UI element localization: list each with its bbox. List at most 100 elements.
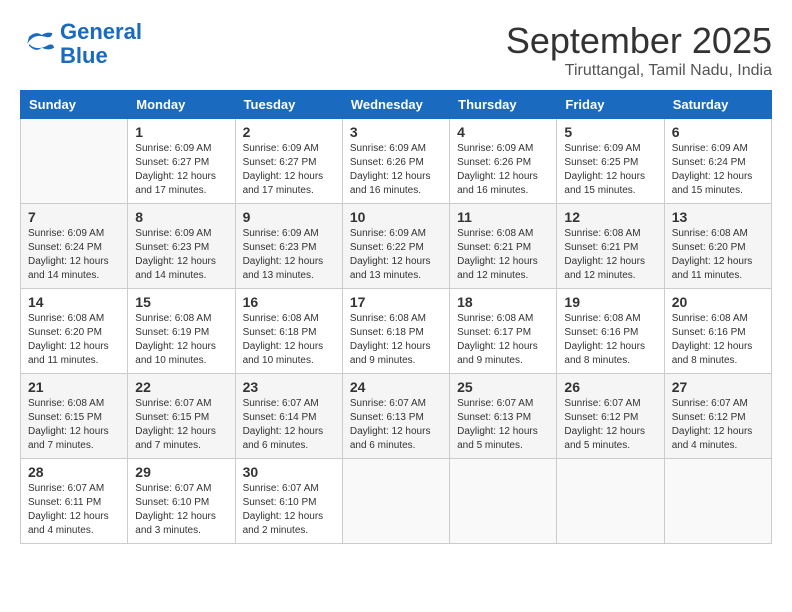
day-info: Sunrise: 6:09 AM Sunset: 6:23 PM Dayligh… (243, 227, 335, 283)
day-number: 7 (28, 209, 120, 225)
calendar-cell: 19Sunrise: 6:08 AM Sunset: 6:16 PM Dayli… (557, 289, 664, 374)
calendar-cell: 14 Sunrise: 6:08 AM Sunset: 6:20 PM Dayli… (21, 289, 128, 374)
day-info: Sunrise: 6:07 AM Sunset: 6:10 PM Dayligh… (135, 482, 227, 538)
day-number: 11 (457, 209, 549, 225)
day-number: 20 (672, 294, 764, 310)
calendar-week-2: 7 Sunrise: 6:09 AM Sunset: 6:24 PM Daylig… (21, 204, 772, 289)
day-number: 26 (564, 379, 656, 395)
calendar-cell: 11Sunrise: 6:08 AM Sunset: 6:21 PM Dayli… (450, 204, 557, 289)
calendar-cell: 10 Sunrise: 6:09 AM Sunset: 6:22 PM Dayli… (342, 204, 449, 289)
calendar-cell: 23 Sunrise: 6:07 AM Sunset: 6:14 PM Dayli… (235, 374, 342, 459)
calendar-week-5: 28 Sunrise: 6:07 AM Sunset: 6:11 PM Dayli… (21, 459, 772, 544)
calendar-week-3: 14 Sunrise: 6:08 AM Sunset: 6:20 PM Dayli… (21, 289, 772, 374)
calendar-cell: 16 Sunrise: 6:08 AM Sunset: 6:18 PM Dayli… (235, 289, 342, 374)
calendar-cell: 5 Sunrise: 6:09 AM Sunset: 6:25 PM Daylig… (557, 119, 664, 204)
day-number: 8 (135, 209, 227, 225)
calendar-cell: 13 Sunrise: 6:08 AM Sunset: 6:20 PM Dayli… (664, 204, 771, 289)
day-number: 13 (672, 209, 764, 225)
calendar-cell: 9 Sunrise: 6:09 AM Sunset: 6:23 PM Daylig… (235, 204, 342, 289)
day-number: 5 (564, 124, 656, 140)
day-number: 4 (457, 124, 549, 140)
calendar-cell: 24Sunrise: 6:07 AM Sunset: 6:13 PM Dayli… (342, 374, 449, 459)
logo-line2: Blue (60, 43, 108, 68)
calendar-cell (557, 459, 664, 544)
day-info: Sunrise: 6:07 AM Sunset: 6:11 PM Dayligh… (28, 482, 120, 538)
calendar-cell: 15 Sunrise: 6:08 AM Sunset: 6:19 PM Dayli… (128, 289, 235, 374)
day-number: 10 (350, 209, 442, 225)
calendar-cell: 4 Sunrise: 6:09 AM Sunset: 6:26 PM Daylig… (450, 119, 557, 204)
day-info: Sunrise: 6:09 AM Sunset: 6:27 PM Dayligh… (135, 142, 227, 198)
day-number: 25 (457, 379, 549, 395)
day-info: Sunrise: 6:08 AM Sunset: 6:18 PM Dayligh… (350, 312, 442, 368)
calendar-cell: 20Sunrise: 6:08 AM Sunset: 6:16 PM Dayli… (664, 289, 771, 374)
day-number: 2 (243, 124, 335, 140)
calendar-week-1: 1 Sunrise: 6:09 AM Sunset: 6:27 PM Daylig… (21, 119, 772, 204)
calendar-cell (21, 119, 128, 204)
calendar-cell: 18Sunrise: 6:08 AM Sunset: 6:17 PM Dayli… (450, 289, 557, 374)
day-number: 3 (350, 124, 442, 140)
day-number: 17 (350, 294, 442, 310)
calendar-cell (450, 459, 557, 544)
header: General Blue September 2025 Tiruttangal,… (20, 20, 772, 80)
day-info: Sunrise: 6:09 AM Sunset: 6:27 PM Dayligh… (243, 142, 335, 198)
day-number: 23 (243, 379, 335, 395)
day-info: Sunrise: 6:07 AM Sunset: 6:14 PM Dayligh… (243, 397, 335, 453)
day-number: 29 (135, 464, 227, 480)
calendar-cell: 29 Sunrise: 6:07 AM Sunset: 6:10 PM Dayli… (128, 459, 235, 544)
day-number: 6 (672, 124, 764, 140)
calendar-table: SundayMondayTuesdayWednesdayThursdayFrid… (20, 90, 772, 544)
header-day-friday: Friday (557, 91, 664, 119)
day-number: 28 (28, 464, 120, 480)
day-number: 1 (135, 124, 227, 140)
logo-bird-icon (20, 26, 56, 62)
logo-line1: General (60, 19, 142, 44)
calendar-cell: 1 Sunrise: 6:09 AM Sunset: 6:27 PM Daylig… (128, 119, 235, 204)
day-info: Sunrise: 6:08 AM Sunset: 6:20 PM Dayligh… (672, 227, 764, 283)
calendar-cell: 28 Sunrise: 6:07 AM Sunset: 6:11 PM Dayli… (21, 459, 128, 544)
calendar-cell (664, 459, 771, 544)
month-title: September 2025 (506, 20, 772, 62)
day-info: Sunrise: 6:09 AM Sunset: 6:25 PM Dayligh… (564, 142, 656, 198)
calendar-week-4: 21Sunrise: 6:08 AM Sunset: 6:15 PM Dayli… (21, 374, 772, 459)
day-info: Sunrise: 6:09 AM Sunset: 6:24 PM Dayligh… (672, 142, 764, 198)
day-info: Sunrise: 6:07 AM Sunset: 6:12 PM Dayligh… (672, 397, 764, 453)
day-info: Sunrise: 6:08 AM Sunset: 6:20 PM Dayligh… (28, 312, 120, 368)
day-info: Sunrise: 6:08 AM Sunset: 6:18 PM Dayligh… (243, 312, 335, 368)
day-info: Sunrise: 6:09 AM Sunset: 6:23 PM Dayligh… (135, 227, 227, 283)
day-info: Sunrise: 6:07 AM Sunset: 6:15 PM Dayligh… (135, 397, 227, 453)
day-number: 22 (135, 379, 227, 395)
calendar-cell: 25 Sunrise: 6:07 AM Sunset: 6:13 PM Dayli… (450, 374, 557, 459)
calendar-cell: 17 Sunrise: 6:08 AM Sunset: 6:18 PM Dayli… (342, 289, 449, 374)
day-info: Sunrise: 6:09 AM Sunset: 6:26 PM Dayligh… (457, 142, 549, 198)
day-number: 9 (243, 209, 335, 225)
day-info: Sunrise: 6:07 AM Sunset: 6:13 PM Dayligh… (350, 397, 442, 453)
day-number: 14 (28, 294, 120, 310)
day-number: 15 (135, 294, 227, 310)
calendar-cell: 8 Sunrise: 6:09 AM Sunset: 6:23 PM Daylig… (128, 204, 235, 289)
day-info: Sunrise: 6:08 AM Sunset: 6:19 PM Dayligh… (135, 312, 227, 368)
day-info: Sunrise: 6:09 AM Sunset: 6:24 PM Dayligh… (28, 227, 120, 283)
header-day-sunday: Sunday (21, 91, 128, 119)
day-number: 27 (672, 379, 764, 395)
calendar-cell: 7 Sunrise: 6:09 AM Sunset: 6:24 PM Daylig… (21, 204, 128, 289)
day-number: 16 (243, 294, 335, 310)
header-day-saturday: Saturday (664, 91, 771, 119)
day-info: Sunrise: 6:07 AM Sunset: 6:13 PM Dayligh… (457, 397, 549, 453)
day-info: Sunrise: 6:08 AM Sunset: 6:16 PM Dayligh… (564, 312, 656, 368)
calendar-cell: 3Sunrise: 6:09 AM Sunset: 6:26 PM Daylig… (342, 119, 449, 204)
logo-text: General Blue (60, 20, 142, 68)
calendar-cell: 21Sunrise: 6:08 AM Sunset: 6:15 PM Dayli… (21, 374, 128, 459)
header-day-tuesday: Tuesday (235, 91, 342, 119)
logo: General Blue (20, 20, 142, 68)
calendar-header: SundayMondayTuesdayWednesdayThursdayFrid… (21, 91, 772, 119)
day-info: Sunrise: 6:08 AM Sunset: 6:17 PM Dayligh… (457, 312, 549, 368)
day-info: Sunrise: 6:08 AM Sunset: 6:15 PM Dayligh… (28, 397, 120, 453)
day-info: Sunrise: 6:09 AM Sunset: 6:22 PM Dayligh… (350, 227, 442, 283)
calendar-cell: 22 Sunrise: 6:07 AM Sunset: 6:15 PM Dayli… (128, 374, 235, 459)
calendar-cell (342, 459, 449, 544)
calendar-cell: 30Sunrise: 6:07 AM Sunset: 6:10 PM Dayli… (235, 459, 342, 544)
day-info: Sunrise: 6:08 AM Sunset: 6:21 PM Dayligh… (564, 227, 656, 283)
day-number: 30 (243, 464, 335, 480)
calendar-cell: 2 Sunrise: 6:09 AM Sunset: 6:27 PM Daylig… (235, 119, 342, 204)
header-row: SundayMondayTuesdayWednesdayThursdayFrid… (21, 91, 772, 119)
